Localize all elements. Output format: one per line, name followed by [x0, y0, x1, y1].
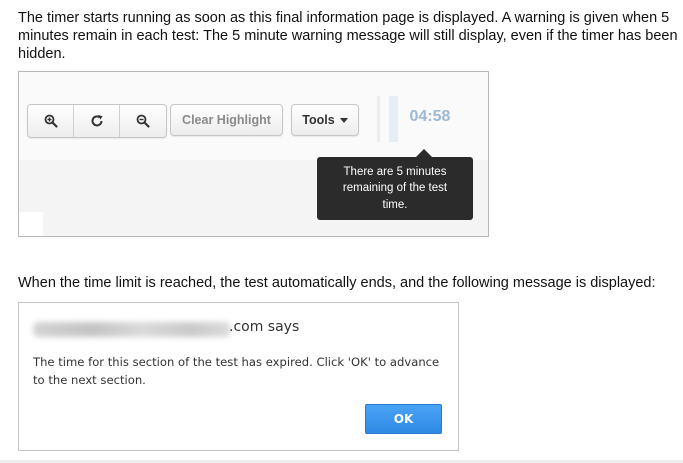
tools-menu-button[interactable]: Tools — [291, 104, 359, 136]
dialog-message: The time for this section of the test ha… — [33, 353, 448, 389]
intro-paragraph: The timer starts running as soon as this… — [18, 9, 683, 63]
alert-dialog: .com says The time for this section of t… — [18, 302, 459, 451]
time-warning-tooltip: There are 5 minutes remaining of the tes… — [317, 157, 473, 220]
tooltip-line: time. — [382, 198, 408, 211]
clear-highlight-button[interactable]: Clear Highlight — [170, 104, 283, 136]
timer-display: 04:58 — [409, 108, 451, 125]
intro-line: hidden. — [18, 46, 66, 62]
reset-zoom-button[interactable] — [74, 105, 120, 137]
tooltip-line: There are 5 minutes — [343, 165, 447, 178]
zoom-out-button[interactable] — [120, 105, 166, 137]
zoom-in-button[interactable] — [28, 105, 74, 137]
toolbar-screenshot: Clear Highlight Tools 04:58 There are 5 … — [18, 71, 489, 237]
refresh-icon — [91, 115, 103, 127]
tooltip-line: remaining of the test — [342, 182, 448, 195]
ok-button[interactable]: OK — [365, 404, 442, 434]
tooltip-arrow — [416, 149, 432, 157]
timer-toggle-strip[interactable] — [389, 96, 398, 142]
toolbar-divider — [377, 96, 380, 142]
intro-line: minutes remain in each test: The 5 minut… — [18, 28, 678, 44]
dialog-message-line: to the next section. — [33, 373, 146, 387]
blurred-site-name — [33, 322, 231, 337]
dialog-message-line: The time for this section of the test ha… — [33, 355, 440, 369]
intro-line: The timer starts running as soon as this… — [18, 10, 670, 26]
tools-label: Tools — [302, 113, 335, 127]
zoom-in-icon — [44, 114, 58, 128]
zoom-button-group — [27, 104, 167, 138]
zoom-out-icon — [136, 114, 150, 128]
dialog-title: .com says — [229, 319, 300, 335]
caret-down-icon — [339, 117, 348, 123]
corner-panel — [19, 212, 43, 236]
timeout-paragraph: When the time limit is reached, the test… — [18, 275, 656, 291]
